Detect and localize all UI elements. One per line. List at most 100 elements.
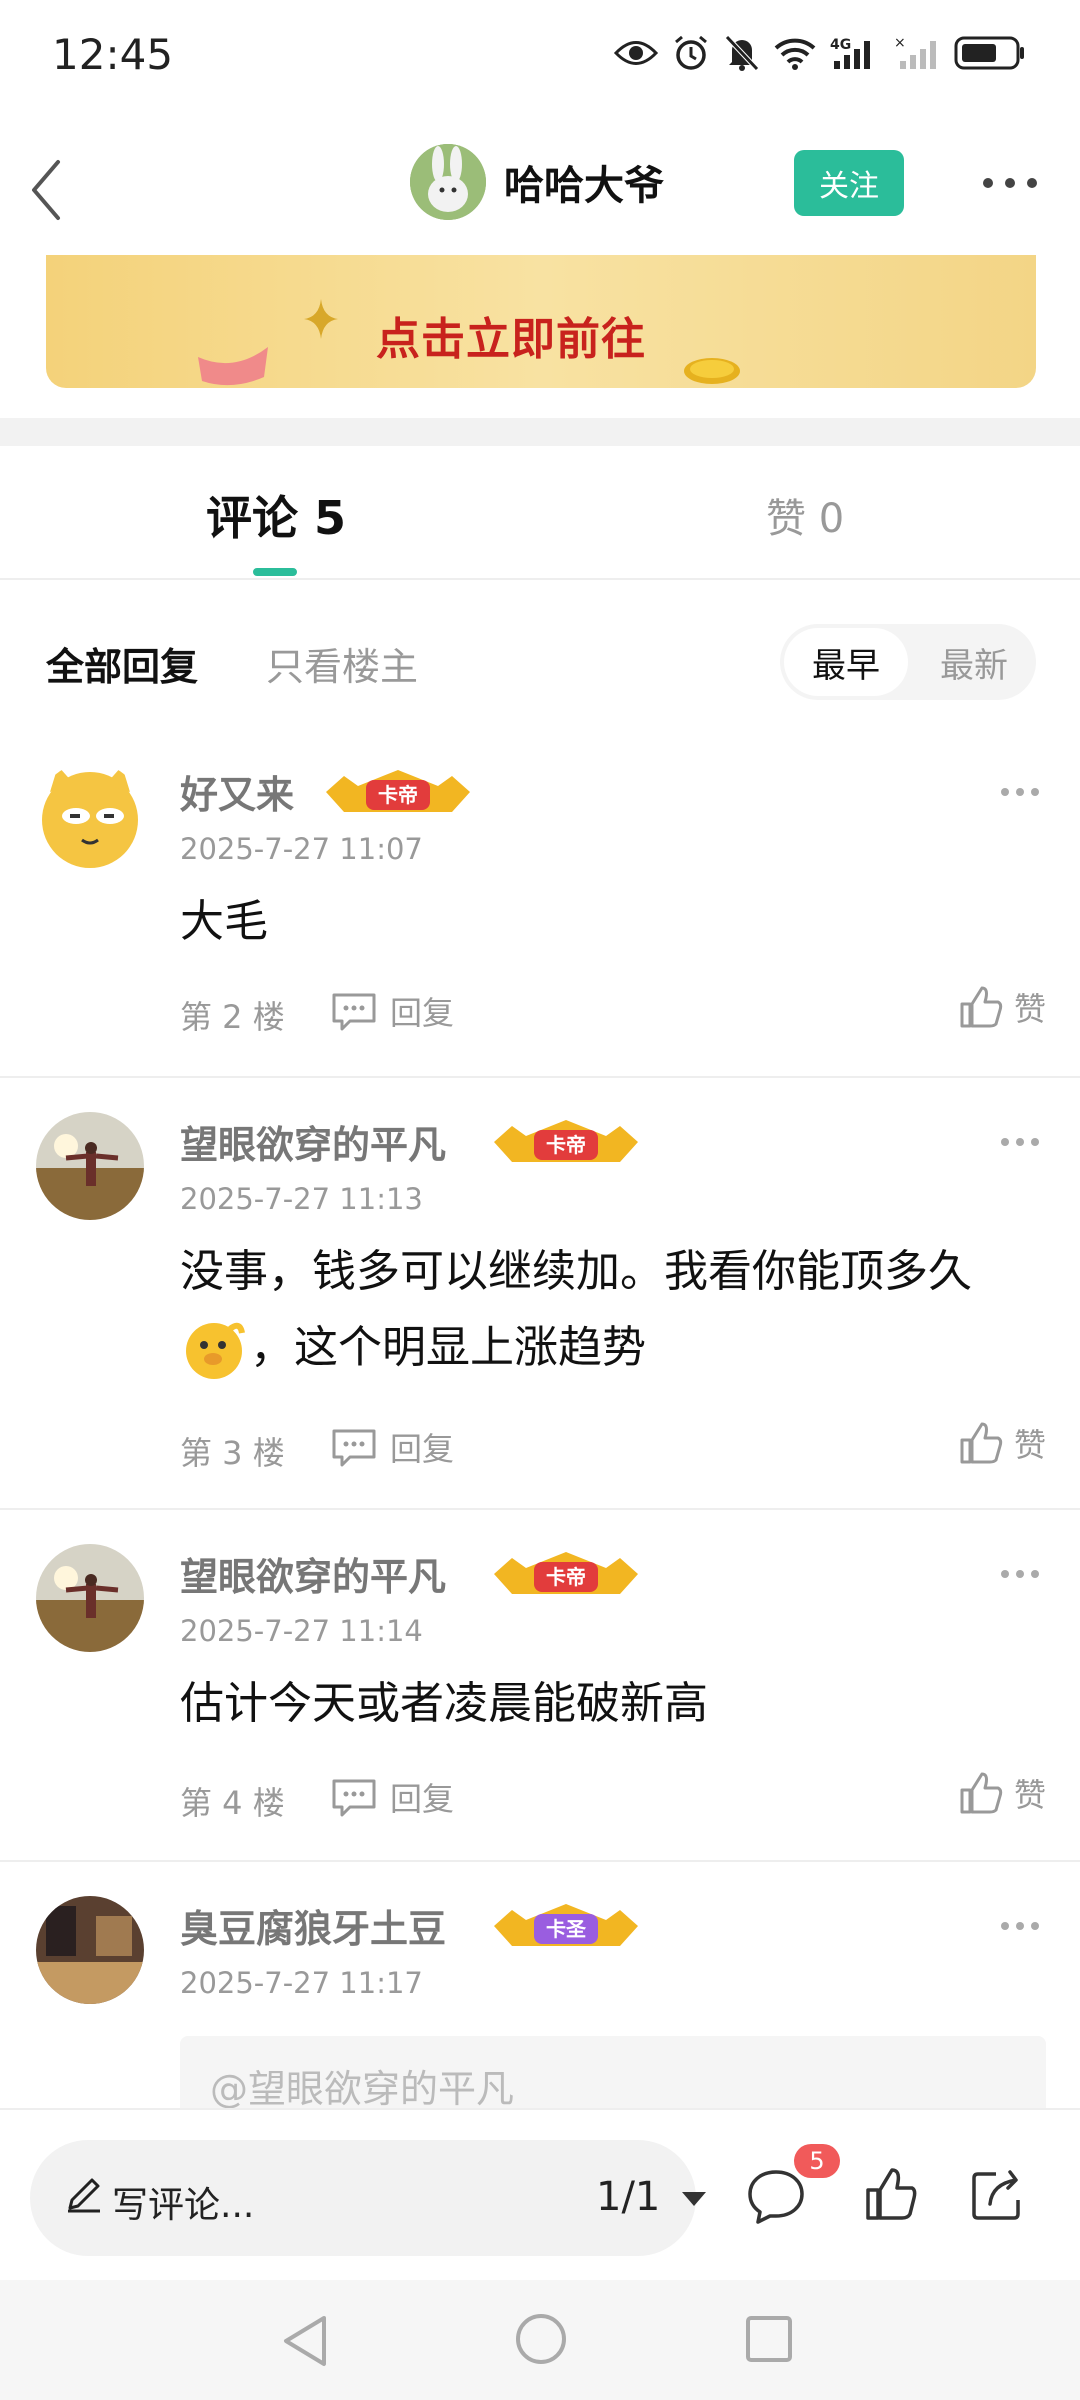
reply-label: 回复 [390,1780,455,1818]
reply-icon [332,1779,376,1817]
wifi-icon [774,38,816,70]
comment-text: 大毛 [180,896,268,947]
post-detail-page: 12:45 4G × 哈哈大爷 关注 点击立即前往 评论 5 赞 0 全部回复 … [0,0,1080,2400]
reply-button[interactable]: 回复 [330,988,454,1034]
sort-earliest-button[interactable]: 最早 [784,628,908,696]
thumbs-up-icon [960,1422,1003,1464]
commenter-name[interactable]: 望眼欲穿的平凡 [180,1114,446,1169]
share-icon[interactable] [970,2166,1028,2222]
commenter-name[interactable]: 臭豆腐狼牙土豆 [180,1898,446,1953]
coin-icon [684,358,740,384]
nav-back-icon[interactable] [280,2314,330,2368]
reply-icon [332,993,376,1031]
field-avatar-icon [36,1112,144,1220]
sort-latest-button[interactable]: 最新 [916,628,1032,696]
signal-4g-icon: 4G [830,37,870,69]
comment-more-icon[interactable] [1000,1134,1040,1150]
tab-likes[interactable]: 赞 0 [766,486,844,544]
svg-text:卡帝: 卡帝 [546,1133,586,1157]
comment-text-line: ，这个明显上涨趋势 [180,1310,1050,1386]
page-indicator[interactable]: 1/1 [596,2174,660,2220]
quoted-user[interactable]: @望眼欲穿的平凡 [210,2058,514,2113]
floor-number: 第 2 楼 [180,998,285,1036]
floor-number: 第 4 楼 [180,1784,285,1822]
reply-icon [332,1429,376,1467]
nav-recent-icon[interactable] [744,2314,794,2364]
like-button[interactable]: 赞 [958,1770,1046,1816]
comment-time: 2025-7-27 11:17 [180,1966,423,2000]
doge-avatar-icon [36,762,144,870]
comment-placeholder: 写评论... [112,2185,255,2226]
comment-bubble-icon[interactable] [746,2168,806,2224]
system-nav-bar [0,2280,1080,2400]
svg-text:4G: 4G [830,37,851,53]
sparkle-icon [304,299,338,339]
author-avatar[interactable] [410,144,486,220]
comment-input[interactable]: 写评论... 1/1 [30,2140,706,2256]
red-envelope-icon [198,347,268,386]
reply-label: 回复 [390,994,455,1032]
comment-footer: 第 2 楼 回复 赞 [180,984,1050,1040]
post-header: 哈哈大爷 关注 [0,130,1080,250]
rank-badge: 卡帝 [494,1552,638,1594]
floor-number: 第 3 楼 [180,1434,285,1472]
banner-cta-text: 点击立即前往 [376,314,646,365]
mute-icon [725,35,759,71]
commenter-name[interactable]: 望眼欲穿的平凡 [180,1546,446,1601]
commenter-name[interactable]: 好又来 [180,764,294,819]
comment-more-icon[interactable] [1000,1918,1040,1934]
comment-divider [0,1076,1080,1078]
like-button[interactable]: 赞 [958,1420,1046,1466]
commenter-avatar[interactable] [36,1544,144,1652]
thumbs-up-icon[interactable] [864,2166,918,2222]
comment-time: 2025-7-27 11:07 [180,832,423,866]
comment-text-suffix: ，这个明显上涨趋势 [250,1322,646,1373]
commenter-avatar[interactable] [36,762,144,870]
like-label: 赞 [1013,1776,1046,1814]
more-options-icon[interactable] [980,168,1040,198]
rank-badge: 卡帝 [494,1120,638,1162]
status-icons: 4G × [614,34,1026,72]
status-bar: 12:45 4G × [0,0,1080,118]
nav-home-icon[interactable] [514,2312,568,2366]
author-name[interactable]: 哈哈大爷 [504,153,664,211]
tab-comments[interactable]: 评论 5 [206,482,346,548]
commenter-avatar[interactable] [36,1112,144,1220]
reply-label: 回复 [390,1430,455,1468]
rank-badge: 卡帝 [326,770,470,812]
comment-item: 好又来 卡帝 2025-7-27 11:07 大毛 第 2 楼 回复 赞 [0,762,1080,1072]
comment-divider [0,1508,1080,1510]
comment-item: 望眼欲穿的平凡 卡帝 2025-7-27 11:13 没事，钱多可以继续加。我看… [0,1112,1080,1502]
comment-divider [0,1860,1080,1862]
caret-down-icon[interactable] [680,2190,708,2208]
reply-button[interactable]: 回复 [330,1424,454,1470]
like-label: 赞 [1013,990,1046,1028]
section-separator [0,418,1080,446]
comment-more-icon[interactable] [1000,1566,1040,1582]
emoji-icon [186,1322,245,1379]
svg-text:卡圣: 卡圣 [546,1917,587,1941]
promo-banner[interactable]: 点击立即前往 [46,255,1036,388]
comment-tabs: 评论 5 赞 0 [0,446,1080,580]
follow-button[interactable]: 关注 [794,150,904,216]
filter-all-replies[interactable]: 全部回复 [46,636,198,691]
comment-more-icon[interactable] [1000,784,1040,800]
comment-footer: 第 3 楼 回复 赞 [180,1420,1050,1476]
filter-op-only[interactable]: 只看楼主 [266,636,418,691]
comment-footer: 第 4 楼 回复 赞 [180,1770,1050,1826]
alarm-icon [675,35,707,70]
filter-row: 全部回复 只看楼主 最早 最新 [0,600,1080,720]
tab-active-indicator [253,568,297,576]
reply-button[interactable]: 回复 [330,1774,454,1820]
signal-icon: × [894,35,936,69]
comment-item: 望眼欲穿的平凡 卡帝 2025-7-27 11:14 估计今天或者凌晨能破新高 … [0,1544,1080,1854]
back-arrow-icon[interactable] [26,150,86,230]
thumbs-up-icon [960,1772,1003,1814]
field-avatar-icon [36,1544,144,1652]
battery-icon [954,36,1024,70]
thumbs-up-icon [960,986,1003,1028]
like-button[interactable]: 赞 [958,984,1046,1030]
pen-icon [68,2178,100,2213]
commenter-avatar[interactable] [36,1896,144,2004]
author-info[interactable]: 哈哈大爷 [410,144,664,220]
